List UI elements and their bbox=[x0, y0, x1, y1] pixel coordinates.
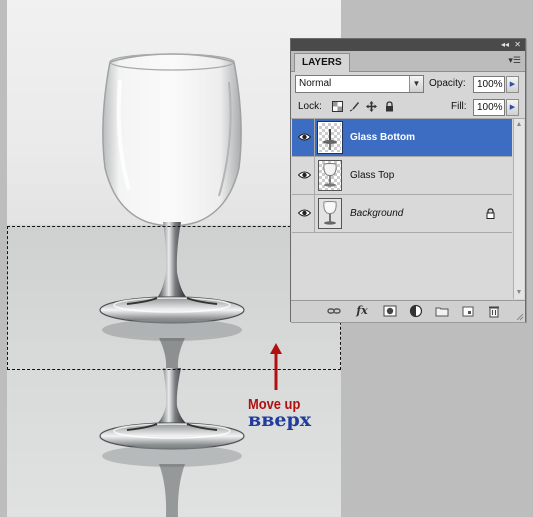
eye-icon[interactable] bbox=[298, 132, 311, 142]
eye-icon[interactable] bbox=[298, 208, 311, 218]
panel-tabbar: LAYERS ▾☰ bbox=[291, 51, 525, 72]
lock-pixels-brush-icon[interactable] bbox=[349, 101, 360, 112]
visibility-toggle[interactable] bbox=[294, 195, 315, 232]
new-layer-icon[interactable] bbox=[461, 304, 475, 318]
layer-row-background[interactable]: Background bbox=[292, 195, 512, 233]
lock-label: Lock: bbox=[298, 101, 322, 112]
panel-titlebar[interactable]: ◂◂ ✕ bbox=[291, 39, 525, 51]
adjustment-icon[interactable] bbox=[409, 304, 423, 318]
opacity-slider-button[interactable]: ▶ bbox=[506, 76, 519, 93]
layer-row-glass-bottom[interactable]: Glass Bottom bbox=[292, 119, 512, 157]
tab-layers[interactable]: LAYERS bbox=[294, 53, 350, 72]
lock-fill-row: Lock: Fill: 100% ▶ bbox=[291, 96, 525, 119]
blend-mode-select[interactable]: Normal ▼ bbox=[295, 75, 424, 93]
close-icon[interactable]: ✕ bbox=[514, 39, 521, 51]
glass-top-thumb-icon bbox=[323, 163, 337, 187]
mask-icon[interactable] bbox=[383, 304, 397, 318]
fill-slider-button[interactable]: ▶ bbox=[506, 99, 519, 116]
fill-label: Fill: bbox=[451, 101, 467, 112]
collapse-icon[interactable]: ◂◂ bbox=[501, 39, 509, 51]
group-folder-icon[interactable] bbox=[435, 304, 449, 318]
trash-icon[interactable] bbox=[487, 304, 501, 318]
layers-list: Glass Bottom Glass Top Background bbox=[292, 119, 512, 299]
visibility-toggle[interactable] bbox=[294, 119, 315, 156]
resize-grip-icon[interactable] bbox=[516, 313, 524, 321]
layer-row-glass-top[interactable]: Glass Top bbox=[292, 157, 512, 195]
up-arrow-icon bbox=[270, 343, 282, 390]
layer-name[interactable]: Glass Top bbox=[350, 170, 394, 181]
link-icon[interactable] bbox=[327, 304, 341, 318]
opacity-field[interactable]: 100% bbox=[473, 76, 505, 93]
fx-icon[interactable]: fx bbox=[353, 304, 371, 318]
blend-opacity-row: Normal ▼ Opacity: 100% ▶ bbox=[291, 73, 525, 95]
opacity-label: Opacity: bbox=[429, 78, 466, 89]
layer-thumbnail[interactable] bbox=[318, 198, 342, 229]
glass-bottom-thumb-icon bbox=[323, 129, 337, 150]
scroll-up-icon[interactable]: ▲ bbox=[514, 120, 524, 130]
fill-field[interactable]: 100% bbox=[473, 99, 505, 116]
layers-panel: ◂◂ ✕ LAYERS ▾☰ Normal ▼ Opacity: 100% ▶ … bbox=[290, 38, 526, 322]
annotation-russian: вверх bbox=[248, 409, 312, 431]
panel-bottom-toolbar: fx bbox=[291, 300, 525, 322]
layer-thumbnail[interactable] bbox=[317, 121, 343, 154]
layer-name[interactable]: Background bbox=[350, 208, 403, 219]
blend-mode-value: Normal bbox=[299, 78, 332, 89]
layer-lock-icon bbox=[486, 208, 495, 219]
visibility-toggle[interactable] bbox=[294, 157, 315, 194]
layer-name[interactable]: Glass Bottom bbox=[350, 132, 415, 143]
eye-icon[interactable] bbox=[298, 170, 311, 180]
scroll-down-icon[interactable]: ▼ bbox=[514, 288, 524, 298]
background-thumb-icon bbox=[319, 199, 341, 228]
panel-menu-icon[interactable]: ▾☰ bbox=[508, 55, 521, 66]
layer-thumbnail[interactable] bbox=[318, 160, 342, 191]
lock-transparency-icon[interactable] bbox=[332, 101, 343, 112]
layers-scrollbar[interactable]: ▲ ▼ bbox=[513, 119, 524, 299]
chevron-down-icon[interactable]: ▼ bbox=[409, 76, 423, 92]
lock-all-icon[interactable] bbox=[384, 101, 395, 112]
lock-position-move-icon[interactable] bbox=[366, 101, 377, 112]
